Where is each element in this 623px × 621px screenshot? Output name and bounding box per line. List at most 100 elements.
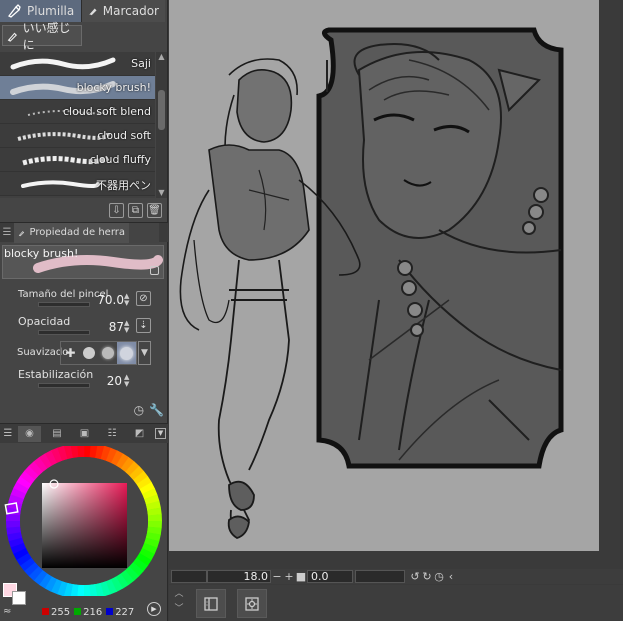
tab-label: Marcador <box>102 4 159 18</box>
brush-name: 不器用ペン <box>96 179 151 192</box>
sub-color-swatch[interactable] <box>12 591 26 605</box>
smoothing-option-high[interactable] <box>117 342 136 364</box>
color-wheel-graphic[interactable] <box>4 443 166 599</box>
panel-toggle-button[interactable] <box>196 589 226 618</box>
zoom-field[interactable]: 18.0 <box>207 570 271 583</box>
brush-list-tools: ⇩ ⧉ 🗑 <box>0 200 168 220</box>
list-item[interactable]: cloud fluffy <box>0 148 155 172</box>
rotate-left-icon[interactable]: ↺ <box>409 570 421 583</box>
green-value: 216 <box>74 607 102 618</box>
scroll-thumb[interactable] <box>158 90 165 130</box>
size-settings-icon[interactable]: ⊘ <box>136 291 151 306</box>
brush-size-slider[interactable] <box>38 302 90 307</box>
opacity-spinner[interactable]: ▲ ▼ <box>124 320 129 334</box>
list-item[interactable]: cloud soft <box>0 124 155 148</box>
tab-marcador[interactable]: Marcador <box>81 0 165 22</box>
stabilization-slider[interactable] <box>38 383 90 388</box>
wrench-icon[interactable]: 🔧 <box>149 403 164 417</box>
opacity-slider[interactable] <box>38 330 90 335</box>
tab-tool-property[interactable]: Propiedad de herra <box>14 222 129 243</box>
tab-label: Plumilla <box>27 4 75 18</box>
rotation-field[interactable]: 0.0 <box>307 570 353 583</box>
chevron-down-icon[interactable]: ▼ <box>138 341 151 365</box>
canvas-settings-button[interactable] <box>237 589 267 618</box>
stabilization-spinner[interactable]: ▲ ▼ <box>124 374 129 388</box>
transparent-color-icon[interactable]: ≈ <box>3 607 27 617</box>
menu-grip-icon[interactable]: ☰ <box>2 426 14 442</box>
smoothing-options: ✚ <box>60 341 137 365</box>
zoom-out-icon[interactable]: − <box>271 570 283 583</box>
brush-stroke-preview <box>10 57 116 70</box>
rotate-right-icon[interactable]: ↻ <box>421 570 433 583</box>
scroll-down-icon[interactable]: ▼ <box>156 188 167 198</box>
pen-icon <box>7 32 18 42</box>
list-item[interactable]: blocky brush! <box>0 76 155 100</box>
smoothing-option-mid[interactable] <box>99 342 118 364</box>
list-item[interactable]: cloud soft blend <box>0 100 155 124</box>
brush-name: cloud fluffy <box>89 153 151 166</box>
smoothing-option-none[interactable]: ✚ <box>61 342 80 364</box>
tab-color-set[interactable]: ▣ <box>73 426 96 442</box>
brush-size-spinner[interactable]: ▲ ▼ <box>124 293 129 307</box>
tool-property-tools: ◷ 🔧 <box>0 400 168 420</box>
lock-icon[interactable] <box>150 266 159 275</box>
tab-intermediate-color[interactable]: ☷ <box>100 426 123 442</box>
flip-icon[interactable]: ‹ <box>445 570 457 583</box>
canvas-status-bar: 18.0 − + ■ 0.0 ↺ ↻ ◷ ‹ <box>169 569 623 584</box>
pen-nib-icon <box>8 4 21 18</box>
bottom-toolbar: ︿ ﹀ <box>169 585 623 621</box>
smoothing-row: Suavizado ✚ ▼ <box>0 341 168 365</box>
brush-size-row: Tamaño del pincel 70.0 ▲ ▼ ⊘ <box>0 288 168 312</box>
chevron-down-icon[interactable]: ▼ <box>155 428 166 439</box>
opacity-settings-icon[interactable]: ⇣ <box>136 318 151 333</box>
preview-brush-name: blocky brush! <box>4 247 79 260</box>
tool-property-header: ☰ Propiedad de herra <box>0 222 168 243</box>
marker-icon <box>89 8 97 16</box>
subtool-label: いい感じに <box>22 20 71 52</box>
scroll-up-icon[interactable]: ▲ <box>156 52 167 62</box>
rotation-slider[interactable] <box>355 570 405 583</box>
reset-rotation-icon[interactable]: ◷ <box>433 570 445 583</box>
play-icon[interactable]: ▶ <box>147 602 161 616</box>
list-item[interactable]: Saji <box>0 52 155 76</box>
brush-list: Saji blocky brush! cloud soft blend clou… <box>0 52 155 198</box>
hue-segment[interactable] <box>6 520 21 528</box>
panel-icon <box>204 596 218 611</box>
hue-segment[interactable] <box>147 514 162 522</box>
trash-icon[interactable]: 🗑 <box>147 202 162 218</box>
opacity-row: Opacidad 87 ▲ ▼ ⇣ <box>0 313 168 339</box>
duplicate-icon[interactable]: ⧉ <box>128 202 143 218</box>
target-icon <box>245 596 259 611</box>
stabilization-label: Estabilización <box>18 368 94 381</box>
fit-icon[interactable]: ■ <box>295 570 307 583</box>
color-wheel[interactable] <box>4 443 166 599</box>
zoom-in-icon[interactable]: + <box>283 570 295 583</box>
list-item[interactable]: 不器用ペン <box>0 172 155 196</box>
color-panel-header: ☰ ◉ ▤ ▣ ☷ ◩ ▼ <box>0 423 168 443</box>
toolbar-scroll-icon[interactable]: ︿ ﹀ <box>173 587 185 617</box>
canvas-area[interactable] <box>169 0 623 567</box>
reset-icon[interactable]: ◷ <box>134 403 144 417</box>
tab-color-wheel[interactable]: ◉ <box>17 425 42 442</box>
subtool-button[interactable]: いい感じに <box>2 21 82 52</box>
brush-preview: blocky brush! <box>2 245 164 279</box>
brush-name: Saji <box>131 57 151 70</box>
brush-list-scrollbar[interactable]: ▲ ▼ <box>156 52 167 198</box>
clip-studio-window: Plumilla Marcador いい感じに Saji blocky brus… <box>0 0 623 621</box>
red-value: 255 <box>42 607 70 618</box>
rotation-value: 0.0 <box>311 570 329 583</box>
opacity-value[interactable]: 87 <box>109 320 124 334</box>
tab-approximate-color[interactable]: ◩ <box>128 426 151 442</box>
drawing-canvas[interactable] <box>169 0 599 551</box>
import-icon[interactable]: ⇩ <box>109 202 124 218</box>
brush-size-value[interactable]: 70.0 <box>97 293 124 307</box>
smoothing-option-low[interactable] <box>80 342 99 364</box>
tab-sub-property[interactable] <box>129 222 159 243</box>
menu-grip-icon[interactable]: ☰ <box>0 227 14 238</box>
opacity-label: Opacidad <box>18 315 71 328</box>
pen-icon <box>18 230 25 236</box>
navigator-slider[interactable] <box>171 570 207 583</box>
stabilization-value[interactable]: 20 <box>107 374 122 388</box>
sketch-artwork <box>179 27 564 539</box>
tab-color-slider[interactable]: ▤ <box>45 426 68 442</box>
